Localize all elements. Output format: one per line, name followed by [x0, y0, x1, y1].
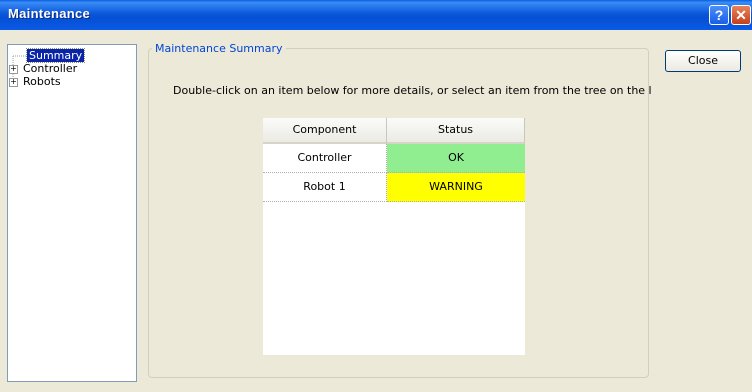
tree-item-controller[interactable]: + Controller [9, 63, 129, 75]
expand-icon[interactable]: + [9, 78, 18, 87]
maintenance-window: Maintenance ? ✕ Summary + Controller + R… [0, 0, 752, 392]
table-cell-component[interactable]: Controller [263, 144, 387, 173]
table-cell-component[interactable]: Robot 1 [263, 173, 387, 202]
close-button[interactable]: Close [665, 50, 741, 72]
navigation-tree[interactable]: Summary + Controller + Robots [7, 44, 137, 382]
help-button[interactable]: ? [709, 5, 729, 25]
tree-item-label: Robots [23, 75, 61, 88]
window-close-button[interactable]: ✕ [731, 5, 751, 25]
window-title: Maintenance [8, 6, 91, 21]
group-label: Maintenance Summary [152, 42, 286, 55]
tree-item-summary[interactable]: Summary [25, 48, 86, 63]
table-cell-status-ok[interactable]: OK [387, 144, 525, 173]
column-header-status[interactable]: Status [387, 118, 525, 144]
expand-icon[interactable]: + [9, 65, 18, 74]
tree-item-label: Summary [25, 48, 86, 63]
tree-item-robots[interactable]: + Robots [9, 76, 129, 88]
instructions-text: Double-click on an item below for more d… [173, 84, 651, 97]
close-icon: ✕ [735, 7, 747, 23]
column-header-component[interactable]: Component [263, 118, 387, 144]
help-icon: ? [714, 7, 724, 23]
table-cell-status-warning[interactable]: WARNING [387, 173, 525, 202]
tree-item-label: Controller [23, 62, 78, 75]
summary-table[interactable]: Component Status Controller OK Robot 1 W… [263, 118, 525, 355]
title-bar[interactable]: Maintenance ? ✕ [0, 0, 752, 30]
